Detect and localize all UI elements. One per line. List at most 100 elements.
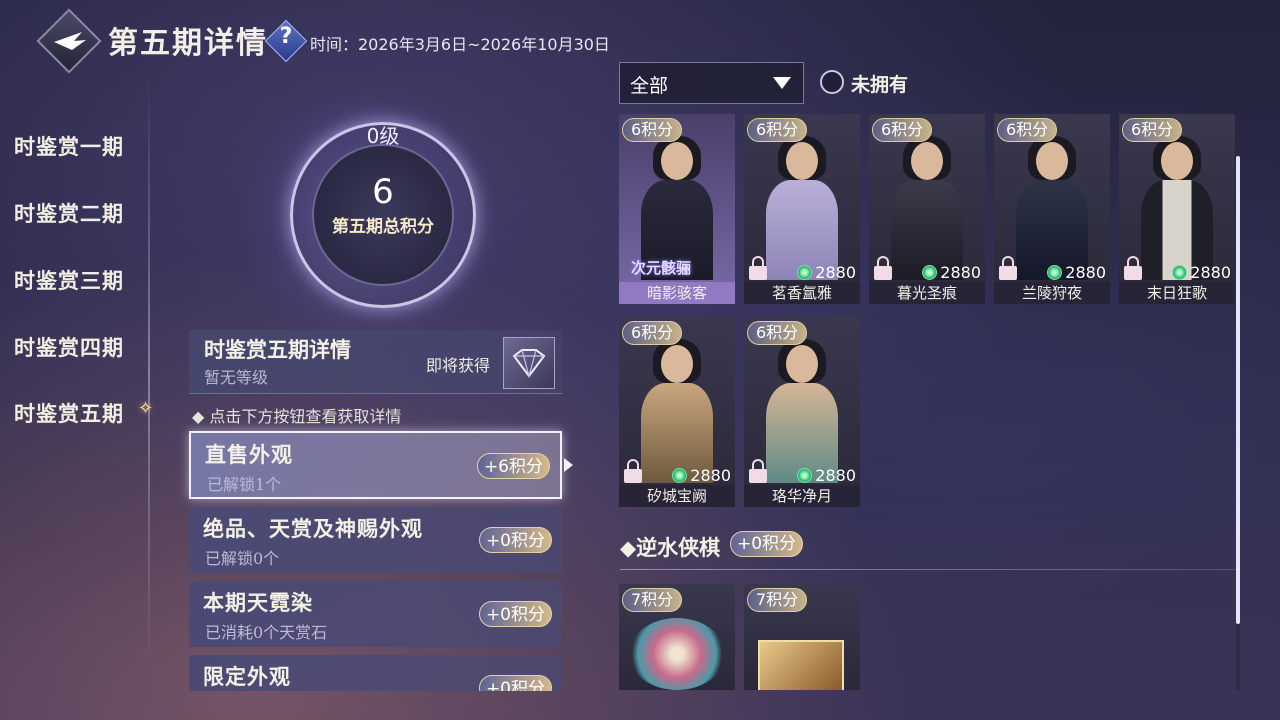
card-price: 2880 (672, 466, 731, 485)
nav-item-period-2[interactable]: 时鉴赏二期 (14, 198, 124, 228)
jade-coin-icon (1047, 265, 1063, 280)
price-value: 2880 (1190, 263, 1231, 282)
category-sub: 已消耗0个天赏石 (205, 623, 328, 642)
category-limited[interactable]: 限定外观 +0积分 (189, 655, 562, 691)
card-name: 茗香氲雅 (744, 282, 860, 304)
item-swirl-image (629, 618, 725, 690)
card-name: 暗影骇客 (619, 282, 735, 304)
category-premium[interactable]: 绝品、天赏及神赐外观 已解锁0个 +0积分 (189, 507, 562, 573)
jade-coin-icon (797, 265, 813, 280)
lock-icon (749, 256, 767, 280)
category-title: 限定外观 (203, 664, 291, 689)
price-value: 2880 (815, 263, 856, 282)
section-title: ◆逆水侠棋 (620, 535, 721, 560)
card-price: 2880 (797, 466, 856, 485)
outfit-card[interactable]: 6积分 次元骸骊 暗影骇客 (619, 114, 735, 304)
character-portrait (1139, 136, 1215, 280)
outfit-card[interactable]: 6积分 2880 矽城宝阙 (619, 317, 735, 507)
gem-icon (512, 349, 546, 378)
card-points: 7积分 (622, 588, 683, 612)
chevron-down-icon (773, 77, 791, 89)
card-price: 2880 (922, 263, 981, 282)
category-sub: 已解锁1个 (207, 475, 282, 494)
jade-coin-icon (797, 468, 813, 483)
category-points: +0积分 (478, 601, 552, 627)
outfit-card[interactable]: 6积分 2880 茗香氲雅 (744, 114, 860, 304)
outfit-card[interactable]: 6积分 2880 末日狂歌 (1119, 114, 1235, 304)
card-points: 6积分 (997, 118, 1058, 142)
category-direct-sale[interactable]: 直售外观 已解锁1个 +6积分 (189, 431, 562, 499)
category-title: 绝品、天赏及神赐外观 (203, 516, 423, 541)
lock-icon (999, 256, 1017, 280)
outfit-card[interactable]: 6积分 2880 珞华净月 (744, 317, 860, 507)
card-price: 2880 (797, 263, 856, 282)
card-price: 2880 (1047, 263, 1106, 282)
price-value: 2880 (940, 263, 981, 282)
tip-text: ◆ 点击下方按钮查看获取详情 (192, 407, 402, 426)
category-dye[interactable]: 本期天霓染 已消耗0个天赏石 +0积分 (189, 581, 562, 647)
category-sub: 已解锁0个 (205, 549, 280, 568)
category-title: 直售外观 (205, 442, 293, 467)
lock-icon (1124, 256, 1142, 280)
page-title: 第五期详情 (108, 26, 268, 61)
card-points: 6积分 (622, 118, 683, 142)
card-points: 6积分 (747, 118, 808, 142)
question-icon: ? (279, 24, 293, 49)
detail-title: 时鉴赏五期详情 (204, 337, 351, 362)
price-value: 2880 (815, 466, 856, 485)
coming-soon-label: 即将获得 (426, 356, 491, 375)
outfit-card[interactable]: 6积分 2880 兰陵狩夜 (994, 114, 1110, 304)
total-score-label: 第五期总积分 (332, 217, 434, 237)
nav-divider (148, 78, 150, 668)
category-points: +6积分 (476, 453, 550, 479)
tip-label: 点击下方按钮查看获取详情 (209, 407, 402, 426)
event-time: 时间：2026年3月6日~2026年10月30日 (310, 35, 610, 54)
section-title-text: 逆水侠棋 (636, 535, 721, 560)
category-points: +0积分 (478, 527, 552, 553)
character-portrait (1014, 136, 1090, 280)
nav-item-period-1[interactable]: 时鉴赏一期 (14, 131, 124, 161)
nav-item-period-3[interactable]: 时鉴赏三期 (14, 265, 124, 295)
card-points: 6积分 (1122, 118, 1183, 142)
nav-item-period-4[interactable]: 时鉴赏四期 (14, 332, 124, 362)
card-name: 末日狂歌 (1119, 282, 1235, 304)
item-card[interactable]: 7积分 (619, 584, 735, 690)
nav-item-period-5[interactable]: 时鉴赏五期 (14, 398, 124, 428)
card-name: 矽城宝阙 (619, 485, 735, 507)
character-portrait (889, 136, 965, 280)
unowned-radio[interactable] (820, 70, 844, 94)
item-card[interactable]: 7积分 (744, 584, 860, 690)
section-divider (620, 569, 1236, 570)
detail-subtitle: 暂无等级 (204, 368, 269, 387)
jade-coin-icon (922, 265, 938, 280)
character-portrait (639, 339, 715, 483)
total-score: 6 (372, 172, 394, 212)
card-name: 珞华净月 (744, 485, 860, 507)
category-points: +0积分 (478, 675, 552, 691)
card-name: 暮光圣痕 (869, 282, 985, 304)
price-value: 2880 (1065, 263, 1106, 282)
filter-selected: 全部 (630, 75, 669, 97)
item-map-image (758, 640, 844, 690)
level-label: 0级 (366, 124, 400, 148)
section-points: +0积分 (730, 531, 804, 557)
card-points: 6积分 (747, 321, 808, 345)
lock-icon (749, 459, 767, 483)
jade-coin-icon (672, 468, 688, 483)
card-price: 2880 (1172, 263, 1231, 282)
lock-icon (874, 256, 892, 280)
scrollbar-thumb[interactable] (1236, 156, 1240, 624)
lock-icon (624, 459, 642, 483)
card-points: 6积分 (872, 118, 933, 142)
card-points: 6积分 (622, 321, 683, 345)
card-name: 兰陵狩夜 (994, 282, 1110, 304)
reward-badge[interactable] (503, 337, 555, 389)
character-portrait (764, 339, 840, 483)
unowned-label: 未拥有 (851, 74, 909, 96)
outfit-card[interactable]: 6积分 2880 暮光圣痕 (869, 114, 985, 304)
category-title: 本期天霓染 (203, 590, 313, 615)
character-portrait (764, 136, 840, 280)
active-star-icon: ✧ (138, 398, 154, 419)
active-arrow-icon (564, 458, 573, 472)
jade-coin-icon (1172, 265, 1188, 280)
